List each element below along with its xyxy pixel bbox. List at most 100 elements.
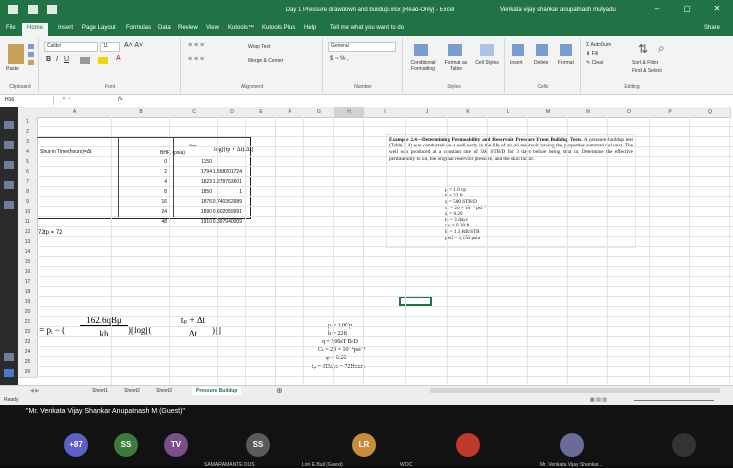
cell-shutin-time[interactable]: 16 — [112, 197, 167, 207]
add-sheet-icon[interactable]: ⊕ — [276, 387, 283, 395]
column-header[interactable]: F — [276, 107, 305, 118]
fx-icon[interactable]: fx — [118, 96, 123, 102]
files-icon[interactable] — [4, 201, 14, 209]
participant-avatar[interactable]: TV — [164, 433, 188, 457]
cell-log[interactable]: 0.740362689 — [206, 197, 242, 207]
align-top-icon[interactable]: ≡ ≡ ≡ — [188, 42, 204, 49]
cut-icon[interactable] — [28, 44, 34, 49]
borders-icon[interactable] — [80, 57, 90, 64]
participant-avatar[interactable]: SS — [246, 433, 270, 457]
column-header[interactable]: A — [37, 107, 113, 118]
column-header[interactable]: E — [246, 107, 277, 118]
font-name-select[interactable]: Calibri — [44, 42, 98, 52]
cell-shutin-time[interactable]: 24 — [112, 207, 167, 217]
redo-icon[interactable] — [47, 5, 58, 14]
tab-file[interactable]: File — [6, 25, 16, 31]
close-icon[interactable]: ✕ — [710, 4, 724, 16]
sheet-nav-icon[interactable]: ◀ ▶ — [30, 387, 39, 395]
participant-avatar[interactable]: +87 — [64, 433, 88, 457]
autosum-button[interactable]: Σ AutoSum — [586, 42, 611, 48]
column-header[interactable]: C — [170, 107, 219, 118]
tab-page-layout[interactable]: Page Layout — [82, 25, 116, 31]
paste-icon[interactable] — [8, 44, 24, 64]
example-image[interactable]: Example 2.4—Determining Permeability and… — [386, 134, 636, 248]
font-size-select[interactable]: 11 — [100, 42, 120, 52]
format-cells-icon[interactable] — [560, 44, 572, 56]
row-header[interactable]: 26 — [18, 367, 38, 378]
view-buttons[interactable]: ▦ ▤ ▥ — [590, 396, 607, 404]
help-icon[interactable] — [4, 369, 14, 377]
delete-button[interactable]: Delete — [534, 60, 548, 66]
apps-icon[interactable] — [4, 353, 14, 361]
column-header[interactable]: O — [608, 107, 651, 118]
clear-button[interactable]: ✎ Clear — [586, 60, 604, 66]
sheet-tab-sheet3[interactable]: Sheet3 — [156, 387, 172, 395]
cell-shutin-time[interactable]: 4 — [112, 177, 167, 187]
font-color-icon[interactable]: A — [116, 55, 121, 62]
participant-avatar[interactable]: SS — [114, 433, 138, 457]
cell-shutin-time[interactable]: 8 — [112, 187, 167, 197]
delete-cells-icon[interactable] — [536, 44, 548, 56]
sort-filter-button[interactable]: Sort & Filter — [632, 60, 658, 66]
horizontal-scrollbar[interactable] — [430, 388, 720, 393]
maximize-icon[interactable]: ▢ — [680, 4, 694, 16]
cell-shutin-time[interactable]: 48 — [112, 217, 167, 227]
tab-insert[interactable]: Insert — [58, 25, 73, 31]
share-button[interactable]: Share — [704, 25, 720, 31]
user-name[interactable]: Venkata vijay shankar anupatnash mulyadu — [500, 7, 616, 13]
column-header[interactable]: Q — [690, 107, 731, 118]
participant-avatar[interactable] — [672, 433, 696, 457]
fill-button[interactable]: ⬇ Fill — [586, 51, 598, 57]
column-header[interactable]: H — [334, 107, 365, 118]
spreadsheet-grid[interactable]: Shut-in Time(hours)=Δt -Pws BHP, (psia) … — [18, 107, 733, 385]
merge-center-button[interactable]: Merge & Center — [248, 58, 283, 64]
tab-kutools-plus[interactable]: Kutools Plus — [262, 25, 295, 31]
conditional-formatting-button[interactable]: Conditional Formatting — [408, 60, 438, 72]
bold-icon[interactable]: B — [46, 56, 51, 63]
column-header[interactable]: N — [568, 107, 609, 118]
column-header[interactable]: I — [364, 107, 407, 118]
format-painter-icon[interactable] — [28, 60, 34, 65]
currency-icon[interactable]: $ ~ % , — [330, 56, 349, 62]
conditional-formatting-icon[interactable] — [414, 44, 428, 56]
cell-log[interactable] — [206, 157, 242, 167]
sort-icon[interactable]: ⇅ — [638, 42, 648, 56]
column-header[interactable]: J — [406, 107, 449, 118]
cell-log[interactable]: 0.397940009 — [206, 217, 242, 227]
chat-icon[interactable] — [4, 141, 14, 149]
cell-shutin-time[interactable]: 0 — [112, 157, 167, 167]
column-header[interactable]: K — [448, 107, 489, 118]
number-format-select[interactable]: General — [328, 42, 396, 52]
formula-cancel-icon[interactable]: ✕ ✓ — [62, 96, 72, 102]
grow-font-icon[interactable]: A˄ A˅ — [124, 42, 143, 49]
sheet-tab-sheet1[interactable]: Sheet1 — [92, 387, 108, 395]
zoom-slider[interactable] — [634, 400, 714, 401]
tab-formulas[interactable]: Formulas — [126, 25, 151, 31]
participant-avatar[interactable] — [560, 433, 584, 457]
column-header[interactable]: G — [304, 107, 335, 118]
align-left-icon[interactable]: ≡ ≡ ≡ — [188, 56, 204, 63]
find-select-button[interactable]: Find & Select — [632, 68, 662, 74]
column-header[interactable]: B — [112, 107, 171, 118]
column-header[interactable]: L — [488, 107, 529, 118]
tab-kutools[interactable]: Kutools™ — [228, 25, 254, 31]
insert-button[interactable]: Insert — [510, 60, 523, 66]
cell-log[interactable]: 1.568201724 — [206, 167, 242, 177]
wrap-text-button[interactable]: Wrap Text — [248, 44, 270, 50]
cell-styles-button[interactable]: Cell Styles — [474, 60, 500, 66]
minimize-icon[interactable]: – — [650, 4, 664, 16]
save-icon[interactable] — [8, 5, 18, 14]
cell-log[interactable]: 0.602059991 — [206, 207, 242, 217]
search-icon[interactable]: ⌕ — [658, 41, 665, 56]
underline-icon[interactable]: U — [64, 56, 69, 63]
fill-color-icon[interactable] — [98, 57, 108, 64]
copy-icon[interactable] — [28, 52, 34, 57]
cell-log[interactable]: 1 — [206, 187, 242, 197]
calendar-icon[interactable] — [4, 181, 14, 189]
insert-cells-icon[interactable] — [512, 44, 524, 56]
sheet-tab-sheet2[interactable]: Sheet2 — [124, 387, 140, 395]
participant-avatar[interactable]: LR — [352, 433, 376, 457]
tab-home[interactable]: Home — [22, 23, 49, 36]
column-header[interactable]: M — [528, 107, 569, 118]
cell-styles-icon[interactable] — [480, 44, 494, 56]
